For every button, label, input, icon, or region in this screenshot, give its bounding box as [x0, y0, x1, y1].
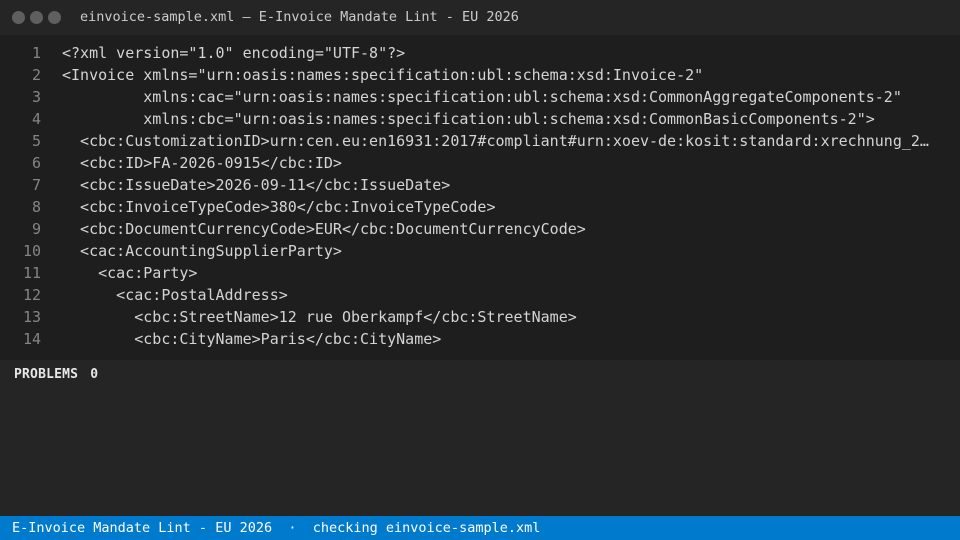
- line-number: 5: [31, 132, 41, 150]
- line-number: 3: [31, 88, 41, 106]
- minimize-window-icon[interactable]: [30, 11, 43, 24]
- line-text[interactable]: <cac:PostalAddress>: [62, 284, 932, 306]
- editor-line[interactable]: 14 <cbc:CityName>Paris</cbc:CityName>: [0, 328, 960, 350]
- line-number: 9: [31, 220, 41, 238]
- line-text[interactable]: <cac:Party>: [62, 262, 932, 284]
- editor-line[interactable]: 2 <Invoice xmlns="urn:oasis:names:specif…: [0, 64, 960, 86]
- line-number: 1: [31, 44, 41, 62]
- editor-line[interactable]: 7 <cbc:IssueDate>2026-09-11</cbc:IssueDa…: [0, 174, 960, 196]
- line-number: 6: [31, 154, 41, 172]
- maximize-window-icon[interactable]: [48, 11, 61, 24]
- editor-line[interactable]: 3 xmlns:cac="urn:oasis:names:specificati…: [0, 86, 960, 108]
- editor-line[interactable]: 10 <cac:AccountingSupplierParty>: [0, 240, 960, 262]
- line-text[interactable]: <cbc:StreetName>12 rue Oberkampf</cbc:St…: [62, 306, 932, 328]
- line-number: 10: [22, 242, 41, 260]
- problems-label: PROBLEMS: [14, 367, 79, 382]
- line-text[interactable]: <Invoice xmlns="urn:oasis:names:specific…: [62, 64, 932, 86]
- line-number: 7: [31, 176, 41, 194]
- editor-line[interactable]: 5 <cbc:CustomizationID>urn:cen.eu:en1693…: [0, 130, 960, 152]
- editor-line[interactable]: 4 xmlns:cbc="urn:oasis:names:specificati…: [0, 108, 960, 130]
- line-number: 13: [22, 308, 41, 326]
- problems-tab[interactable]: PROBLEMS 0: [14, 360, 98, 389]
- editor-line[interactable]: 8 <cbc:InvoiceTypeCode>380</cbc:InvoiceT…: [0, 196, 960, 218]
- line-text[interactable]: xmlns:cac="urn:oasis:names:specification…: [62, 86, 932, 108]
- status-extension-name: E-Invoice Mandate Lint - EU 2026: [12, 520, 273, 536]
- line-number: 14: [22, 330, 41, 348]
- close-window-icon[interactable]: [12, 11, 25, 24]
- editor-line[interactable]: 12 <cac:PostalAddress>: [0, 284, 960, 306]
- status-bar-left[interactable]: E-Invoice Mandate Lint - EU 2026 · check…: [12, 516, 540, 540]
- line-text[interactable]: <cac:AccountingSupplierParty>: [62, 240, 932, 262]
- line-text[interactable]: <cbc:ID>FA-2026-0915</cbc:ID>: [62, 152, 932, 174]
- line-text[interactable]: <cbc:CustomizationID>urn:cen.eu:en16931:…: [62, 130, 932, 152]
- code-editor[interactable]: 1 <?xml version="1.0" encoding="UTF-8"?>…: [0, 35, 960, 360]
- editor-line[interactable]: 9 <cbc:DocumentCurrencyCode>EUR</cbc:Doc…: [0, 218, 960, 240]
- editor-line[interactable]: 1 <?xml version="1.0" encoding="UTF-8"?>: [0, 42, 960, 64]
- status-message: checking einvoice-sample.xml: [312, 520, 541, 536]
- line-text[interactable]: <cbc:DocumentCurrencyCode>EUR</cbc:Docum…: [62, 218, 932, 240]
- line-text[interactable]: xmlns:cbc="urn:oasis:names:specification…: [62, 108, 932, 130]
- line-text[interactable]: <?xml version="1.0" encoding="UTF-8"?>: [62, 42, 932, 64]
- line-text[interactable]: <cbc:CityName>Paris</cbc:CityName>: [62, 328, 932, 350]
- line-text[interactable]: <cbc:InvoiceTypeCode>380</cbc:InvoiceTyp…: [62, 196, 932, 218]
- status-separator: ·: [288, 520, 297, 536]
- status-bar: E-Invoice Mandate Lint - EU 2026 · check…: [0, 516, 960, 540]
- problems-panel: PROBLEMS 0: [0, 360, 960, 516]
- editor-line[interactable]: 6 <cbc:ID>FA-2026-0915</cbc:ID>: [0, 152, 960, 174]
- line-number: 12: [22, 286, 41, 304]
- window-title: einvoice-sample.xml — E-Invoice Mandate …: [80, 9, 519, 25]
- problems-count-badge: 0: [90, 367, 99, 382]
- line-number: 11: [22, 264, 41, 282]
- line-number: 8: [31, 198, 41, 216]
- line-number: 2: [31, 66, 41, 84]
- line-text[interactable]: <cbc:IssueDate>2026-09-11</cbc:IssueDate…: [62, 174, 932, 196]
- title-bar: einvoice-sample.xml — E-Invoice Mandate …: [0, 0, 960, 35]
- editor-line[interactable]: 11 <cac:Party>: [0, 262, 960, 284]
- line-number: 4: [31, 110, 41, 128]
- editor-line[interactable]: 13 <cbc:StreetName>12 rue Oberkampf</cbc…: [0, 306, 960, 328]
